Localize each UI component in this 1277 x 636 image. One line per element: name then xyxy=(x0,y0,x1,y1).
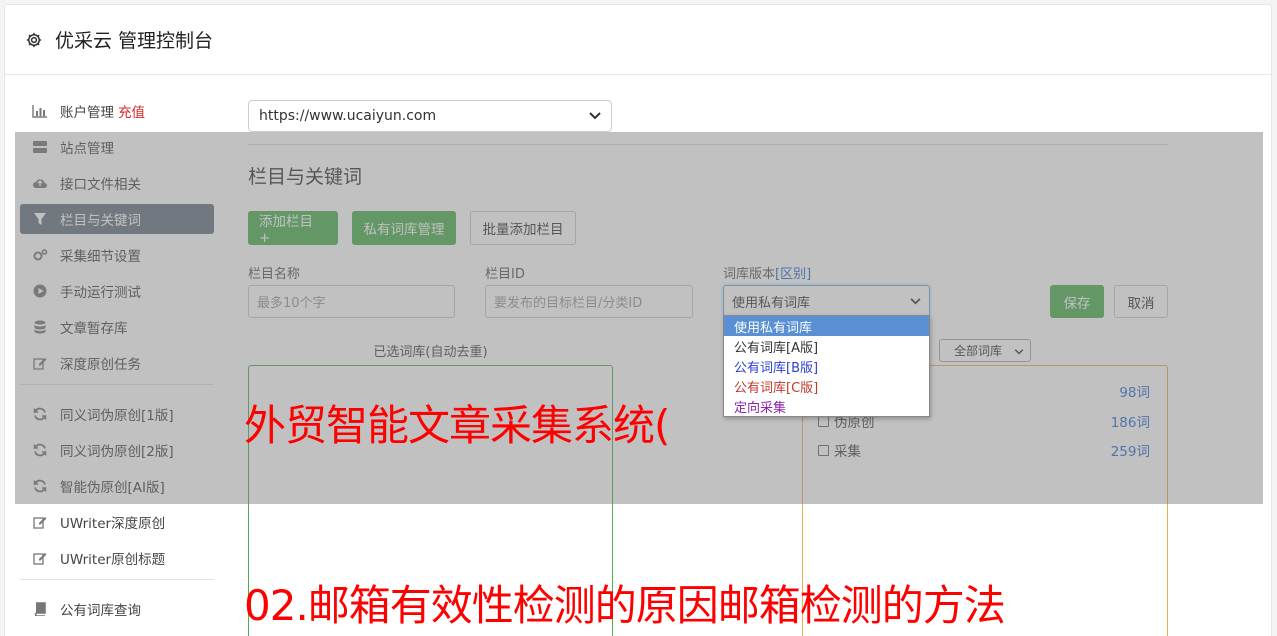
library-count: 186词 xyxy=(1110,415,1150,431)
column-name-field: 栏目名称 最多10个字 xyxy=(248,263,455,318)
dropdown-option[interactable]: 公有词库[A版] xyxy=(724,336,929,356)
sidebar-item-sites[interactable]: 站点管理 xyxy=(20,132,214,162)
dropdown-option[interactable]: 使用私有词库 xyxy=(724,316,929,336)
lib-filter-select[interactable]: 全部词库 xyxy=(939,339,1031,362)
refresh-icon xyxy=(32,442,48,458)
database-icon xyxy=(32,319,48,335)
sidebar-item-interface-files[interactable]: 接口文件相关 xyxy=(20,168,214,198)
page-header: 优采云 管理控制台 xyxy=(5,5,1271,75)
sidebar-item-label: 接口文件相关 xyxy=(60,177,141,193)
sidebar-item-uwriter-title[interactable]: UWriter原创标题 xyxy=(20,543,214,573)
edit-icon xyxy=(32,355,48,371)
sidebar-item-manual-run[interactable]: 手动运行测试 xyxy=(20,276,214,306)
library-checkbox[interactable] xyxy=(818,444,829,456)
page-title: 优采云 管理控制台 xyxy=(55,30,214,52)
sidebar-item-label: 同义词伪原创[1版] xyxy=(60,408,174,424)
save-button[interactable]: 保存 xyxy=(1050,285,1104,318)
column-name-label: 栏目名称 xyxy=(248,267,301,282)
divider xyxy=(248,144,1168,145)
sidebar-item-account[interactable]: 账户管理 充值 xyxy=(20,96,214,126)
dropdown-option[interactable]: 公有词库[C版] xyxy=(724,376,929,396)
site-select-value: https://www.ucaiyun.com xyxy=(259,108,437,124)
library-checkbox[interactable] xyxy=(818,415,829,427)
library-entry: 采集 xyxy=(818,440,861,460)
sidebar-item-label: 手动运行测试 xyxy=(60,285,141,301)
site-select[interactable]: https://www.ucaiyun.com xyxy=(248,100,612,132)
lib-version-label: 词库版本[区别] xyxy=(723,263,930,282)
sidebar-item-label: 同义词伪原创[2版] xyxy=(60,444,174,460)
sidebar-item-synonym-v2[interactable]: 同义词伪原创[2版] xyxy=(20,435,214,465)
private-lib-button[interactable]: 私有词库管理 xyxy=(352,211,456,245)
sidebar-item-synonym-v1[interactable]: 同义词伪原创[1版] xyxy=(20,399,214,429)
refresh-icon xyxy=(32,478,48,494)
lib-version-field: 词库版本[区别] 使用私有词库 xyxy=(723,263,930,318)
dropdown-option[interactable]: 定向采集 xyxy=(724,396,929,416)
sidebar-nav: 账户管理 充值 站点管理 接口文件相关 栏目与关键词 采集细节设置 手动运行测试… xyxy=(20,96,214,630)
sidebar-divider xyxy=(20,579,214,580)
sidebar-item-label: 账户管理 xyxy=(60,105,114,121)
overlay-banner-text: 02.邮箱有效性检测的原因邮箱检测的方法 xyxy=(244,581,1006,630)
column-id-input[interactable]: 要发布的目标栏目/分类ID xyxy=(485,285,693,318)
bar-chart-icon xyxy=(32,103,48,119)
sidebar-item-label: 栏目与关键词 xyxy=(60,213,141,229)
sidebar-item-label: UWriter深度原创 xyxy=(60,516,166,532)
sidebar-item-columns-keywords[interactable]: 栏目与关键词 xyxy=(20,204,214,234)
play-circle-icon xyxy=(32,283,48,299)
sidebar-item-uwriter-deep[interactable]: UWriter深度原创 xyxy=(20,507,214,537)
difference-link[interactable]: [区别] xyxy=(775,267,811,282)
cloud-upload-icon xyxy=(32,175,48,191)
overlay-banner-text: 外贸智能文章采集系统( xyxy=(244,401,670,450)
book-icon xyxy=(32,601,48,617)
sidebar-item-ai-rewrite[interactable]: 智能伪原创[AI版] xyxy=(20,471,214,501)
refresh-icon xyxy=(32,406,48,422)
gear-icon xyxy=(25,31,43,49)
recharge-link[interactable]: 充值 xyxy=(118,101,145,121)
sidebar-item-label: 站点管理 xyxy=(60,141,114,157)
batch-add-column-button[interactable]: 批量添加栏目 xyxy=(470,211,576,245)
sidebar-item-label: 公有词库查询 xyxy=(60,603,141,619)
sidebar-item-label: 文章暂存库 xyxy=(60,321,128,337)
column-id-field: 栏目ID 要发布的目标栏目/分类ID xyxy=(485,263,693,318)
column-id-label: 栏目ID xyxy=(485,267,525,282)
sidebar-item-label: UWriter原创标题 xyxy=(60,552,166,568)
sidebar-item-article-storage[interactable]: 文章暂存库 xyxy=(20,312,214,342)
dropdown-option[interactable]: 公有词库[B版] xyxy=(724,356,929,376)
lib-version-select[interactable]: 使用私有词库 xyxy=(723,285,930,318)
chevron-down-icon xyxy=(910,294,921,309)
add-column-button[interactable]: 添加栏目 + xyxy=(248,211,338,246)
lib-version-value: 使用私有词库 xyxy=(732,296,811,311)
selected-lib-caption: 已选词库(自动去重) xyxy=(373,345,488,360)
lib-version-dropdown: 使用私有词库 公有词库[A版] 公有词库[B版] 公有词库[C版] 定向采集 xyxy=(723,315,930,417)
server-icon xyxy=(32,139,48,155)
lib-filter-value: 全部词库 xyxy=(954,344,1003,358)
sidebar-item-public-lib-query[interactable]: 公有词库查询 xyxy=(20,594,214,624)
cancel-button[interactable]: 取消 xyxy=(1114,285,1168,318)
filter-icon xyxy=(32,211,48,227)
column-form: 栏目名称 最多10个字 栏目ID 要发布的目标栏目/分类ID 词库版本[区别] … xyxy=(248,263,1168,327)
sidebar-item-deep-original[interactable]: 深度原创任务 xyxy=(20,348,214,378)
list-item[interactable]: 采集 259词 xyxy=(818,440,1150,460)
library-count: 259词 xyxy=(1110,444,1150,460)
sidebar-item-collect-settings[interactable]: 采集细节设置 xyxy=(20,240,214,270)
chevron-down-icon xyxy=(1014,344,1024,358)
lib-version-label-text: 词库版本 xyxy=(723,267,776,282)
sidebar-item-label: 智能伪原创[AI版] xyxy=(60,480,165,496)
column-name-input[interactable]: 最多10个字 xyxy=(248,285,455,318)
sidebar-item-label: 深度原创任务 xyxy=(60,357,141,373)
action-buttons: 添加栏目 + 私有词库管理 批量添加栏目 xyxy=(248,211,1168,246)
chevron-down-icon xyxy=(589,108,601,124)
section-title: 栏目与关键词 xyxy=(248,166,363,188)
main-content: https://www.ucaiyun.com 栏目与关键词 添加栏目 + 私有… xyxy=(248,100,1168,327)
edit-icon xyxy=(32,514,48,530)
gears-icon xyxy=(32,247,48,263)
edit-icon xyxy=(32,550,48,566)
sidebar-divider xyxy=(20,384,214,385)
library-count: 98词 xyxy=(1119,385,1150,401)
sidebar-item-label: 采集细节设置 xyxy=(60,249,141,265)
library-name: 采集 xyxy=(834,444,861,460)
